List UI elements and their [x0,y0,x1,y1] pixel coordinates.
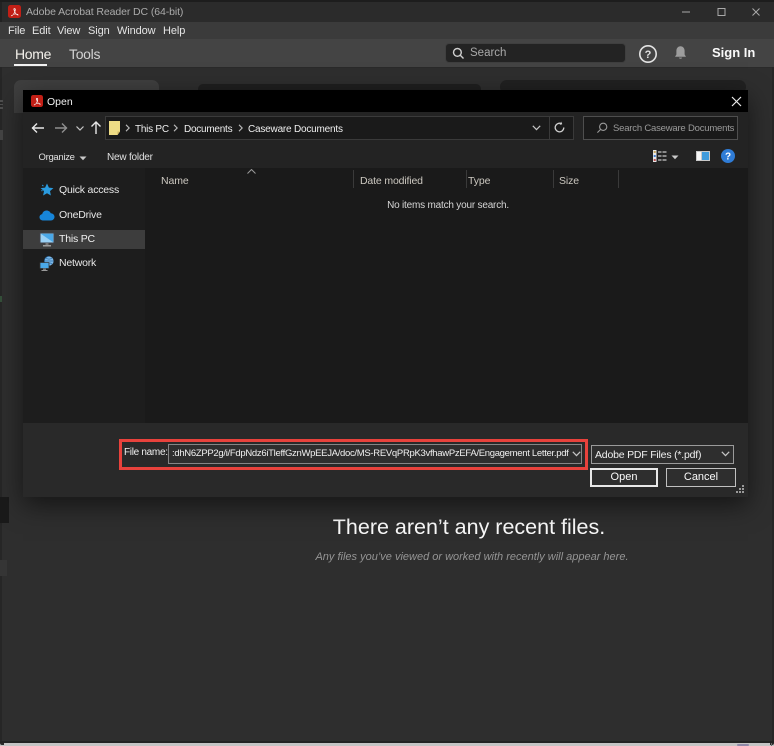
svg-text:?: ? [645,49,652,61]
svg-text:?: ? [725,152,731,163]
